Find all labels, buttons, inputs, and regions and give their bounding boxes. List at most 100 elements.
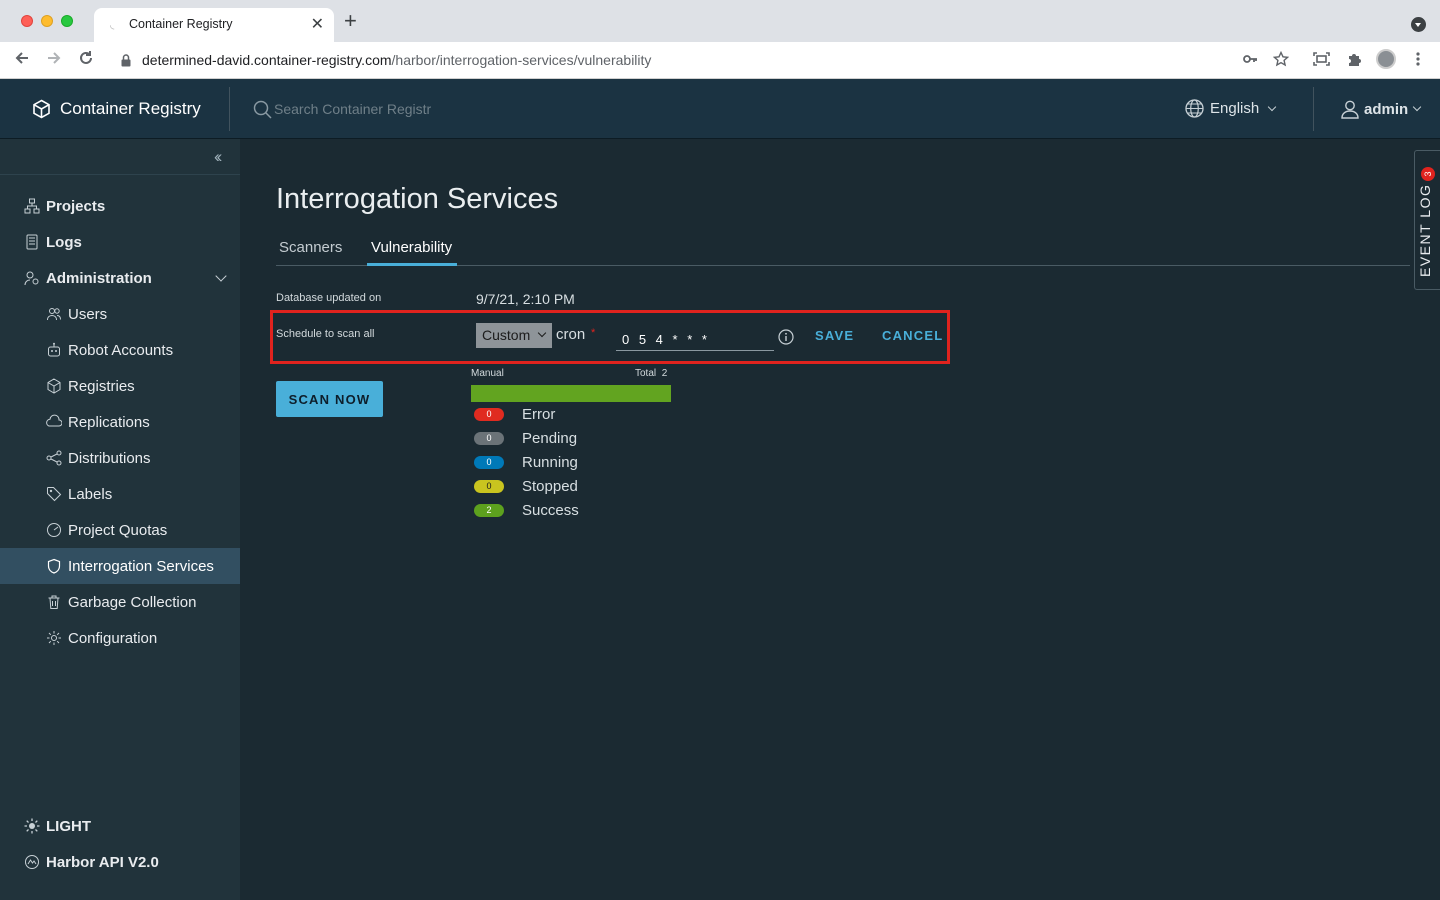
header-divider (229, 87, 230, 131)
total-text: Total (635, 368, 657, 379)
sidebar-item-label: Labels (68, 485, 113, 503)
manual-label: Manual (471, 368, 504, 379)
trash-icon (46, 594, 62, 610)
sidebar-item-label: Robot Accounts (68, 341, 174, 359)
bookmark-star-icon[interactable] (1272, 50, 1290, 72)
maximize-window-button[interactable] (61, 15, 73, 27)
url-domain: determined-david.container-registry.com (142, 52, 392, 68)
sidebar-item-label: Registries (68, 377, 135, 395)
forward-arrow-icon[interactable] (45, 49, 63, 72)
event-count-badge: 3 (1421, 167, 1435, 181)
theme-toggle-label: LIGHT (46, 817, 91, 835)
status-badge: 0 (474, 431, 504, 445)
cancel-button[interactable]: CANCEL (882, 328, 943, 343)
header-divider (1313, 87, 1314, 131)
language-label: English (1210, 100, 1260, 117)
sidebar-item-label: Configuration (68, 629, 158, 647)
cron-input[interactable] (616, 325, 774, 351)
browser-menu-icon[interactable] (1412, 51, 1424, 72)
key-icon[interactable] (1242, 51, 1258, 72)
address-bar[interactable]: determined-david.container-registry.com/… (142, 52, 651, 68)
event-log-tab[interactable]: 3 EVENT LOG (1414, 150, 1440, 290)
status-name: Error (522, 405, 556, 423)
gear-icon (46, 630, 62, 646)
scan-now-button[interactable]: SCAN NOW (276, 381, 383, 417)
sidebar-item-users[interactable]: Users (0, 296, 240, 332)
browser-toolbar: determined-david.container-registry.com/… (0, 42, 1440, 79)
status-badge: 0 (474, 407, 504, 421)
minimize-window-button[interactable] (41, 15, 53, 27)
sidebar-item-garbage-collection[interactable]: Garbage Collection (0, 584, 240, 620)
sidebar-item-label: Interrogation Services (68, 557, 214, 575)
sidebar-item-robot-accounts[interactable]: Robot Accounts (0, 332, 240, 368)
loading-icon: ◟ (110, 19, 115, 31)
search-icon (253, 100, 272, 119)
schedule-type-value: Custom (482, 327, 531, 343)
lock-icon (121, 54, 131, 67)
sidebar-item-label: Distributions (68, 449, 151, 467)
status-name: Success (522, 501, 579, 519)
new-tab-button[interactable]: + (344, 10, 357, 32)
brand-name[interactable]: Container Registry (60, 99, 201, 119)
sidebar-item-configuration[interactable]: Configuration (0, 620, 240, 656)
db-updated-value: 9/7/21, 2:10 PM (476, 291, 575, 307)
tab-vulnerability[interactable]: Vulnerability (371, 239, 452, 256)
registries-icon (46, 378, 62, 394)
sidebar-item-administration[interactable]: Administration (0, 260, 240, 296)
globe-icon (1185, 99, 1204, 118)
profile-avatar[interactable] (1376, 49, 1396, 69)
back-arrow-icon[interactable] (13, 49, 31, 72)
sidebar-collapse-row: ‹‹ (0, 139, 240, 175)
sun-icon (24, 818, 40, 834)
sidebar-item-interrogation-services[interactable]: Interrogation Services (0, 548, 240, 584)
distributions-icon (46, 450, 62, 466)
quotas-icon (46, 522, 62, 538)
status-row-running: 0 Running (474, 452, 578, 472)
tab-search-icon[interactable] (1411, 17, 1426, 32)
harbor-api-link[interactable]: Harbor API V2.0 (0, 844, 240, 880)
language-selector[interactable]: English (1185, 99, 1277, 118)
api-icon (24, 854, 40, 870)
schedule-type-select[interactable]: Custom (476, 323, 552, 348)
sidebar-item-projects[interactable]: Projects (0, 188, 240, 224)
status-row-pending: 0 Pending (474, 428, 577, 448)
reload-icon[interactable] (77, 49, 95, 72)
extensions-puzzle-icon[interactable] (1346, 51, 1362, 72)
users-icon (46, 306, 62, 322)
theme-toggle[interactable]: LIGHT (0, 808, 240, 844)
user-menu[interactable]: admin (1340, 99, 1422, 119)
logs-icon (24, 234, 40, 250)
user-icon (1341, 100, 1359, 119)
sidebar-item-distributions[interactable]: Distributions (0, 440, 240, 476)
status-name: Pending (522, 429, 578, 447)
screen-capture-icon[interactable] (1313, 51, 1330, 72)
close-window-button[interactable] (21, 15, 33, 27)
sidebar-item-label: Logs (46, 233, 82, 251)
status-badge: 0 (474, 479, 504, 493)
sidebar-item-project-quotas[interactable]: Project Quotas (0, 512, 240, 548)
main-content: Interrogation Services Scanners Vulnerab… (240, 139, 1440, 900)
close-tab-icon[interactable]: ✕ (311, 14, 324, 34)
cron-label: cron (556, 326, 586, 343)
username: admin (1364, 100, 1409, 118)
chevron-down-icon (537, 328, 547, 338)
db-updated-label: Database updated on (276, 292, 382, 304)
app-header: Container Registry English admin (0, 79, 1440, 139)
status-row-stopped: 0 Stopped (474, 476, 578, 496)
browser-tab[interactable]: ◟ Container Registry ✕ (94, 8, 334, 42)
sidebar-item-registries[interactable]: Registries (0, 368, 240, 404)
required-marker: * (591, 327, 596, 339)
sidebar-item-labels[interactable]: Labels (0, 476, 240, 512)
tab-scanners[interactable]: Scanners (279, 239, 342, 256)
url-path: /harbor/interrogation-services/vulnerabi… (391, 52, 652, 68)
active-tab-indicator (367, 263, 457, 266)
info-icon[interactable] (778, 329, 794, 345)
sidebar-item-label: Replications (68, 413, 150, 431)
sidebar-item-logs[interactable]: Logs (0, 224, 240, 260)
collapse-sidebar-icon[interactable]: ‹‹ (214, 148, 223, 165)
sidebar-item-replications[interactable]: Replications (0, 404, 240, 440)
search-input[interactable] (274, 98, 534, 120)
sidebar-item-label: Projects (46, 197, 106, 215)
save-button[interactable]: SAVE (815, 328, 854, 343)
labels-icon (46, 486, 62, 502)
